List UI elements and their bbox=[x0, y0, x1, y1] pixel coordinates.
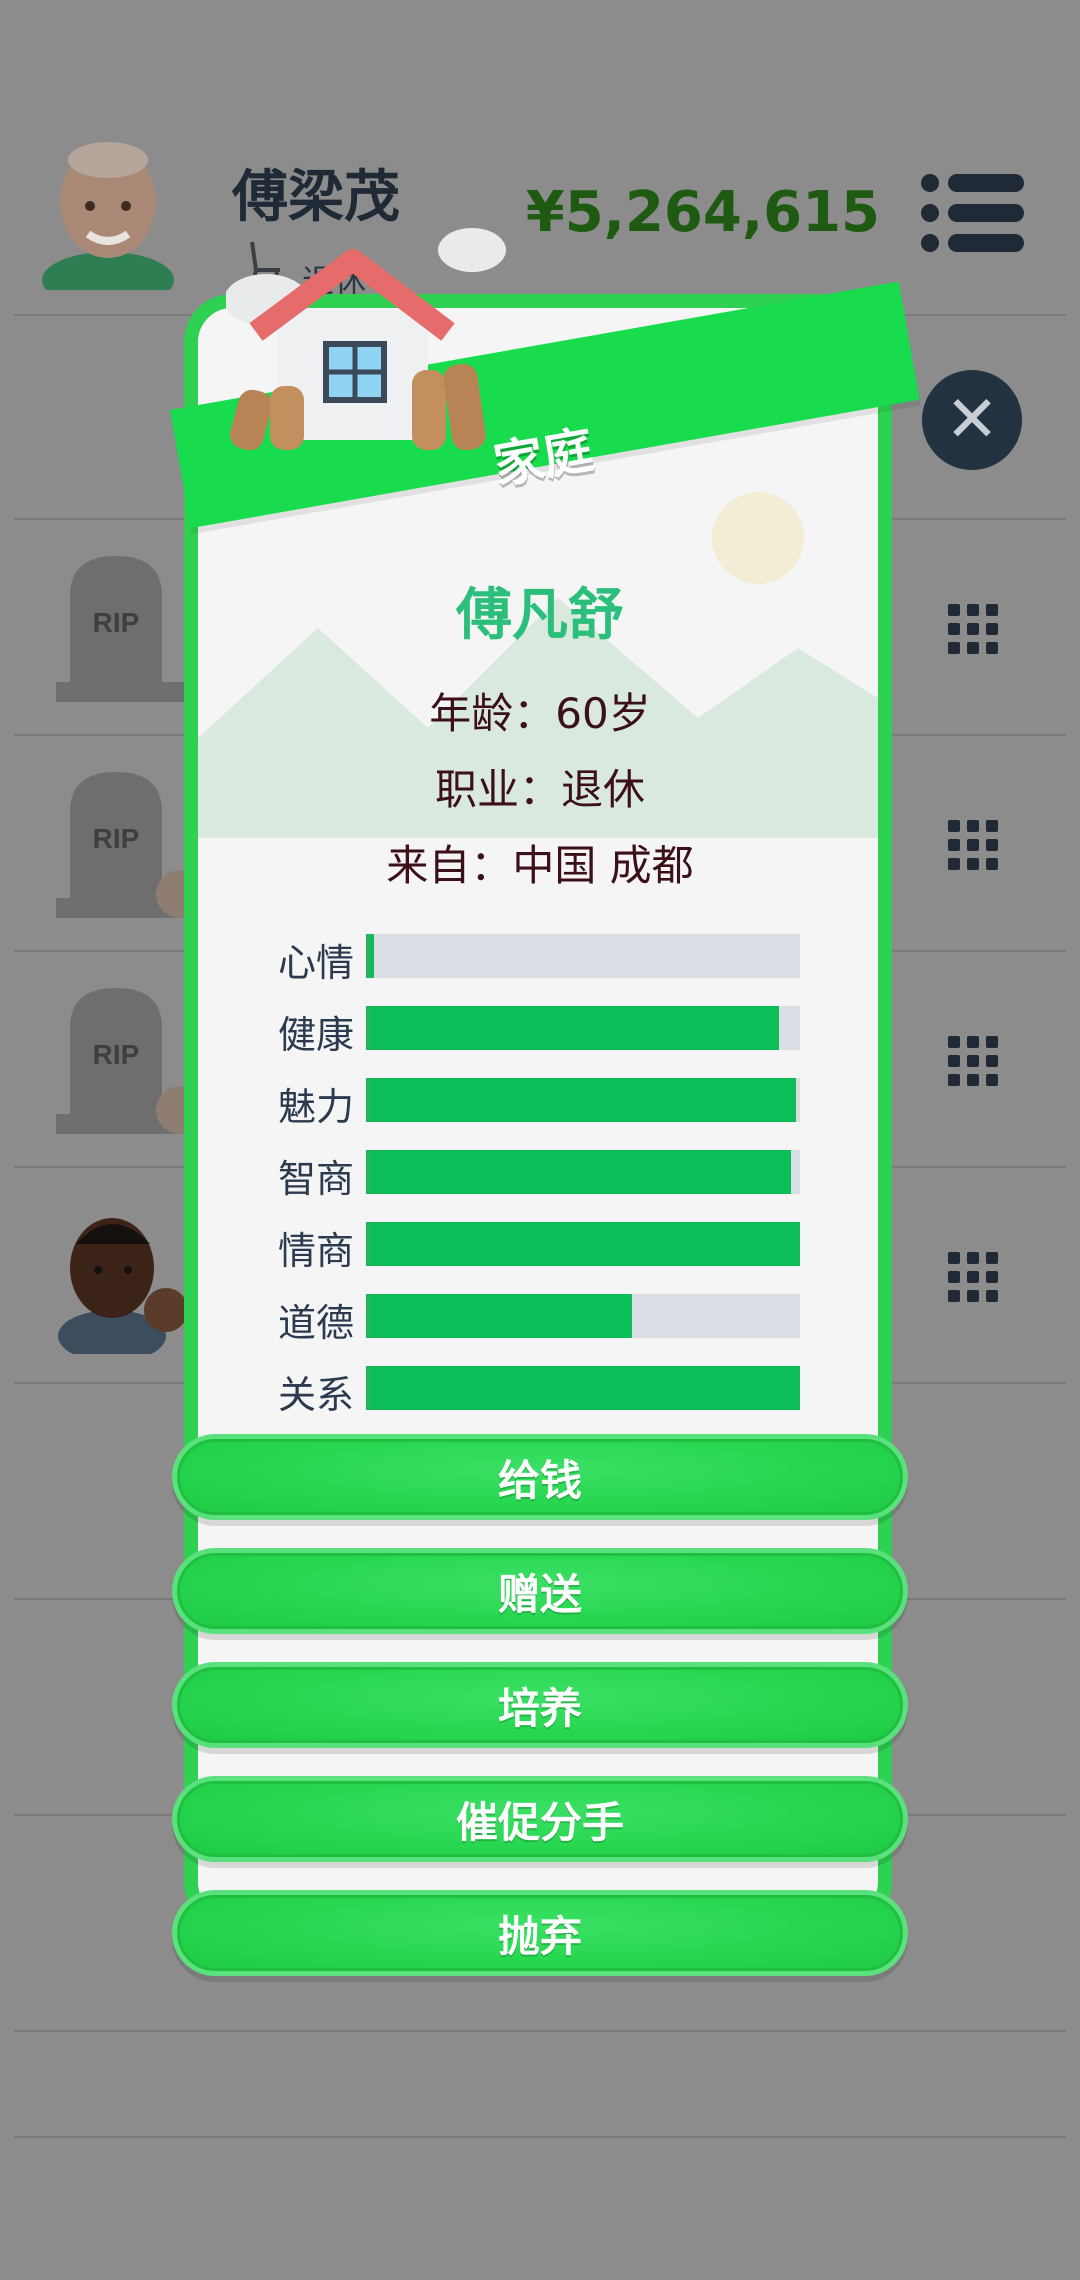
give-money-button[interactable]: 给钱 bbox=[172, 1434, 908, 1520]
close-icon: ✕ bbox=[945, 383, 999, 457]
nurture-label: 培养 bbox=[497, 1683, 582, 1733]
stat-bar-relationship bbox=[366, 1366, 800, 1410]
grid-icon[interactable] bbox=[948, 1036, 998, 1086]
member-age: 年龄：60岁 bbox=[429, 689, 651, 738]
member-hometown: 来自：中国 成都 bbox=[386, 841, 694, 890]
member-name: 傅凡舒 bbox=[456, 583, 624, 648]
gravestone-icon[interactable]: RIP bbox=[56, 988, 186, 1138]
divider bbox=[14, 2136, 1066, 2138]
money-balance: ¥5,264,615 bbox=[525, 180, 880, 245]
stat-bar-health bbox=[366, 1006, 800, 1050]
house-icon bbox=[226, 228, 506, 450]
stat-label-mood: 心情 bbox=[277, 941, 354, 985]
stat-fill-charm bbox=[370, 1078, 796, 1122]
member-job: 职业：退休 bbox=[434, 765, 645, 814]
family-avatar[interactable] bbox=[56, 1204, 186, 1354]
stat-fill-health bbox=[370, 1006, 779, 1050]
stat-label-iq: 智商 bbox=[277, 1157, 354, 1201]
stat-bar-eq bbox=[366, 1222, 800, 1266]
give-money-label: 给钱 bbox=[497, 1455, 582, 1505]
stat-fill-iq bbox=[370, 1150, 792, 1194]
grave-label: RIP bbox=[93, 1039, 140, 1070]
stat-label-relationship: 关系 bbox=[277, 1373, 354, 1417]
stat-bar-charm bbox=[366, 1078, 800, 1122]
stat-label-eq: 情商 bbox=[277, 1229, 354, 1273]
stat-label-charm: 魅力 bbox=[277, 1085, 354, 1129]
abandon-button[interactable]: 抛弃 bbox=[172, 1890, 908, 1976]
divider bbox=[14, 2030, 1066, 2032]
urge-breakup-button[interactable]: 催促分手 bbox=[172, 1776, 908, 1862]
grid-icon[interactable] bbox=[948, 1252, 998, 1302]
stat-bar-iq bbox=[366, 1150, 800, 1194]
gift-button[interactable]: 赠送 bbox=[172, 1548, 908, 1634]
stat-fill-mood bbox=[370, 934, 375, 978]
player-avatar[interactable] bbox=[38, 130, 178, 290]
close-button[interactable]: ✕ bbox=[922, 370, 1022, 470]
urge-breakup-label: 催促分手 bbox=[455, 1797, 624, 1847]
nurture-button[interactable]: 培养 bbox=[172, 1662, 908, 1748]
stat-bar-morality bbox=[366, 1294, 800, 1338]
stat-label-morality: 道德 bbox=[277, 1301, 354, 1345]
stat-label-health: 健康 bbox=[277, 1013, 354, 1057]
stat-fill-eq bbox=[370, 1222, 800, 1266]
stat-fill-morality bbox=[370, 1294, 633, 1338]
abandon-label: 抛弃 bbox=[497, 1911, 582, 1961]
stat-bar-mood bbox=[366, 934, 800, 978]
menu-icon[interactable] bbox=[920, 172, 1024, 254]
stat-fill-relationship bbox=[370, 1366, 800, 1410]
gift-label: 赠送 bbox=[497, 1569, 582, 1619]
